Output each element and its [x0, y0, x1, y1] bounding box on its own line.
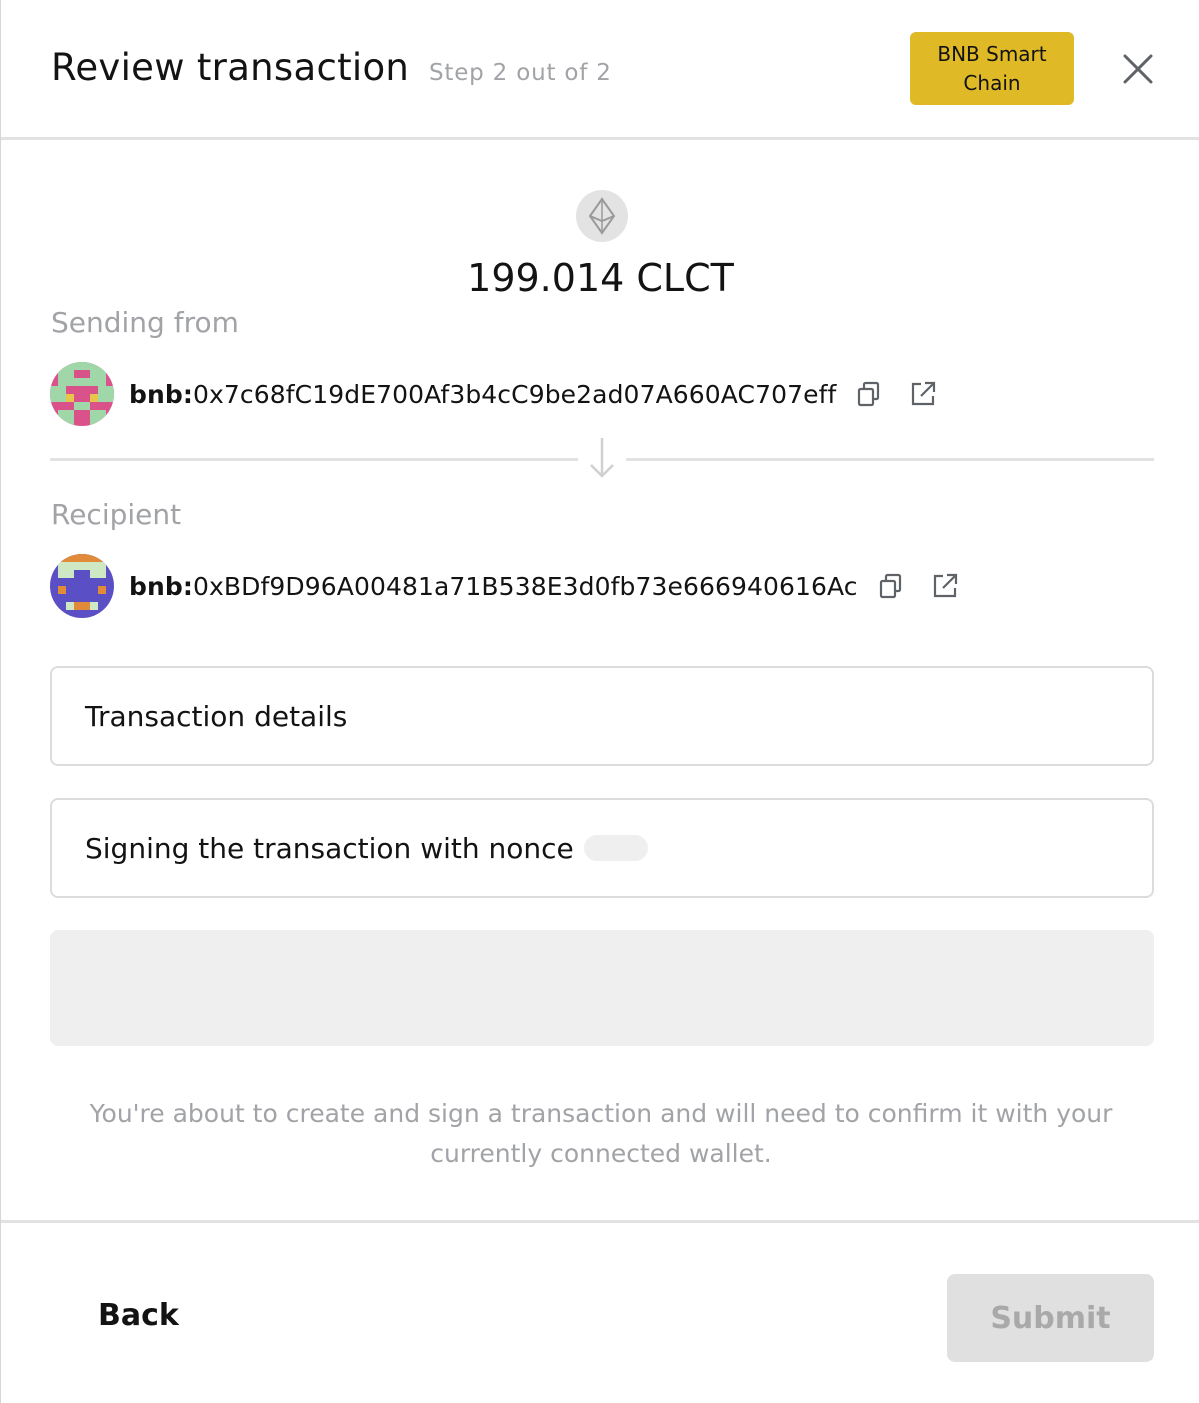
open-recipient-explorer-icon[interactable] — [930, 571, 960, 601]
sender-avatar — [50, 362, 114, 426]
copy-recipient-icon[interactable] — [876, 571, 906, 601]
nonce-label: Signing the transaction with nonce — [85, 831, 574, 865]
recipient-address-value: 0xBDf9D96A00481a71B538E3d0fb73e666940616… — [193, 571, 858, 601]
nonce-accordion[interactable]: Signing the transaction with nonce — [50, 798, 1154, 898]
sender-address-row: bnb:0x7c68fC19dE700Af3b4cC9be2ad07A660AC… — [50, 362, 938, 426]
signing-notice: You're about to create and sign a transa… — [89, 1099, 1113, 1168]
recipient-avatar — [50, 554, 114, 618]
open-sender-explorer-icon[interactable] — [908, 379, 938, 409]
close-icon[interactable] — [1119, 50, 1157, 88]
recipient-address: bnb:0xBDf9D96A00481a71B538E3d0fb73e66694… — [129, 572, 858, 601]
recipient-address-row: bnb:0xBDf9D96A00481a71B538E3d0fb73e66694… — [50, 554, 960, 618]
divider — [626, 458, 1154, 461]
divider — [50, 458, 578, 461]
transaction-details-accordion[interactable]: Transaction details — [50, 666, 1154, 766]
step-indicator: Step 2 out of 2 — [429, 60, 612, 86]
recipient-chain-prefix: bnb: — [129, 571, 193, 601]
sending-from-label: Sending from — [51, 306, 239, 339]
page-title: Review transaction — [51, 46, 410, 89]
submit-button[interactable]: Submit — [947, 1274, 1154, 1362]
footer-divider — [1, 1220, 1199, 1223]
transfer-amount: 199.014 CLCT — [467, 256, 734, 300]
token-icon — [576, 190, 628, 242]
recipient-label: Recipient — [51, 498, 182, 531]
sender-address: bnb:0x7c68fC19dE700Af3b4cC9be2ad07A660AC… — [129, 380, 836, 409]
sender-address-value: 0x7c68fC19dE700Af3b4cC9be2ad07A660AC707e… — [193, 379, 837, 409]
ethereum-diamond-icon — [588, 197, 616, 235]
arrow-down-icon — [590, 438, 614, 478]
loading-skeleton — [50, 930, 1154, 1046]
chain-badge: BNB Smart Chain — [910, 32, 1074, 105]
nonce-loading-skeleton — [583, 835, 648, 861]
modal-header: Review transaction Step 2 out of 2 BNB S… — [1, 0, 1199, 140]
review-transaction-modal: Review transaction Step 2 out of 2 BNB S… — [0, 0, 1199, 1403]
copy-sender-icon[interactable] — [854, 379, 884, 409]
sender-chain-prefix: bnb: — [129, 379, 193, 409]
transaction-details-label: Transaction details — [85, 699, 348, 733]
back-button[interactable]: Back — [98, 1298, 179, 1333]
